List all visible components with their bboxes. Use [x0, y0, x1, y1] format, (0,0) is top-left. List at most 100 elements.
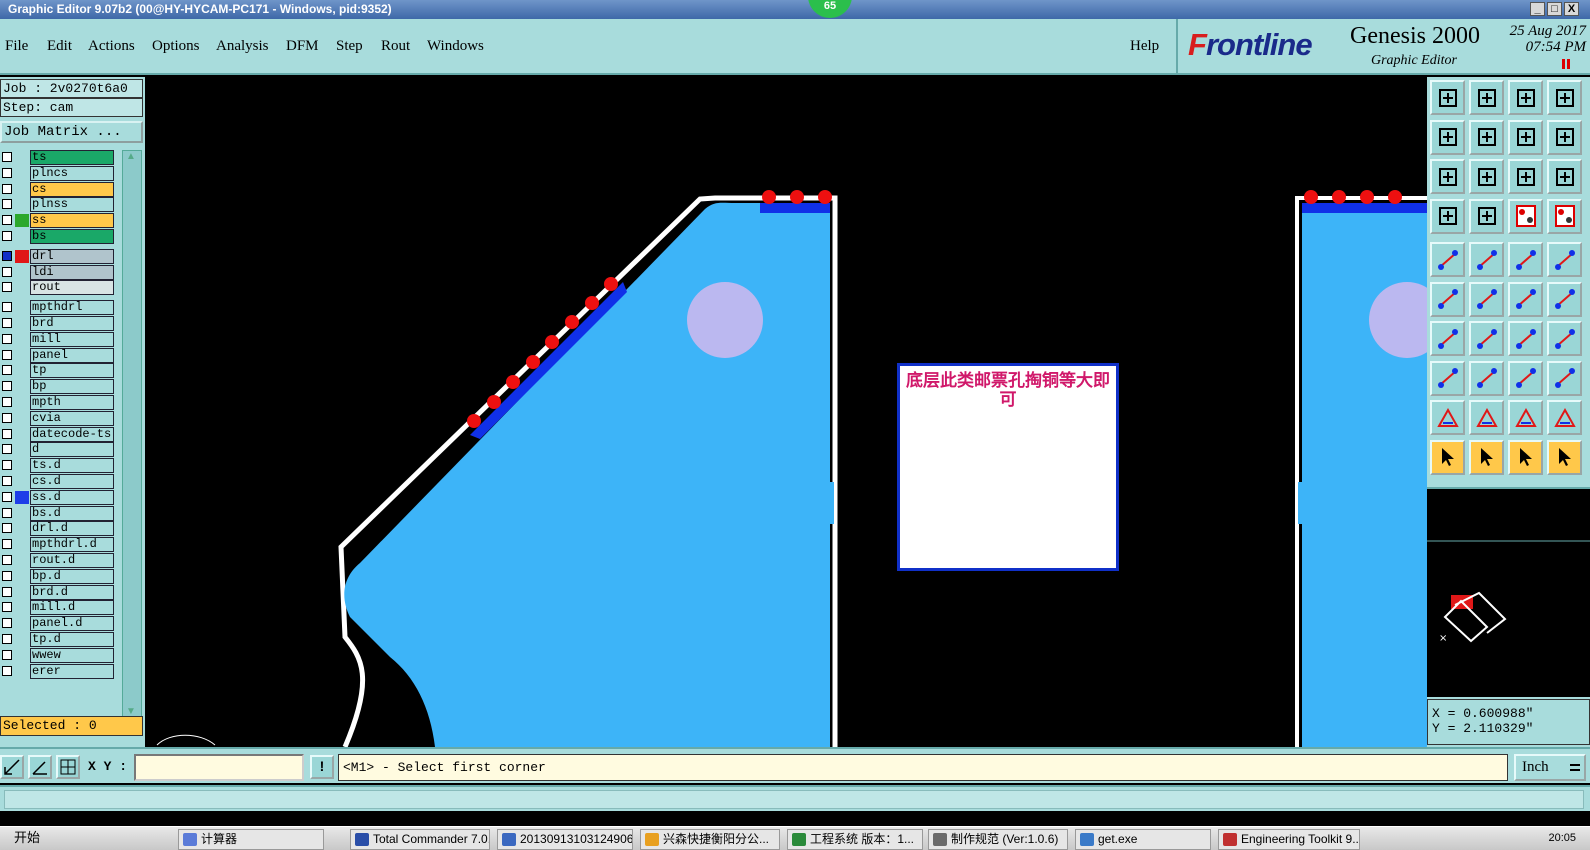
- pcb-drawing[interactable]: [145, 77, 1427, 747]
- dimension-button[interactable]: [1508, 360, 1543, 396]
- pause-icon[interactable]: [1562, 59, 1570, 69]
- move-right-button[interactable]: [1469, 119, 1504, 155]
- layer-color-swatch[interactable]: [15, 554, 29, 567]
- home-button[interactable]: [1508, 80, 1543, 115]
- layer-row[interactable]: ss.d: [0, 489, 118, 505]
- layer-checkbox[interactable]: [2, 302, 12, 313]
- layer-checkbox[interactable]: [2, 428, 12, 439]
- layer-color-swatch[interactable]: [15, 443, 29, 456]
- layer-color-swatch[interactable]: [15, 151, 29, 164]
- taskbar-task[interactable]: get.exe: [1075, 829, 1211, 850]
- menu-help[interactable]: Help: [1130, 38, 1159, 55]
- layer-name[interactable]: drl.d: [30, 521, 114, 537]
- layer-row[interactable]: mpth: [0, 395, 118, 410]
- layer-row[interactable]: panel.d: [0, 616, 118, 632]
- layer-color-swatch[interactable]: [15, 333, 29, 346]
- layer-row[interactable]: plncs: [0, 165, 118, 181]
- layer-row[interactable]: mpthdrl: [0, 300, 118, 316]
- layer-checkbox[interactable]: [2, 555, 12, 565]
- layer-checkbox[interactable]: [2, 586, 12, 597]
- copy-feature-button[interactable]: [1430, 360, 1465, 396]
- line-button[interactable]: [1469, 360, 1504, 396]
- layer-name[interactable]: rout: [30, 280, 114, 296]
- layer-color-swatch[interactable]: [15, 459, 29, 472]
- layer-name[interactable]: erer: [30, 663, 114, 679]
- layer-row[interactable]: panel: [0, 347, 118, 363]
- layer-checkbox[interactable]: [2, 318, 12, 328]
- group-button[interactable]: [1547, 360, 1582, 396]
- menu-windows[interactable]: Windows: [427, 38, 484, 55]
- menu-dfm[interactable]: DFM: [286, 38, 319, 55]
- layer-checkbox[interactable]: [2, 570, 12, 581]
- layer-row[interactable]: plnss: [0, 197, 118, 213]
- notification-badge[interactable]: 65: [808, 0, 852, 18]
- taskbar-task[interactable]: 计算器: [178, 829, 324, 850]
- select-alt-button[interactable]: [1508, 439, 1543, 475]
- taskbar-task[interactable]: Total Commander 7.0...: [350, 829, 490, 850]
- layer-row[interactable]: cs: [0, 181, 118, 197]
- undo-view-button[interactable]: [1508, 119, 1543, 155]
- layer-checkbox[interactable]: [2, 491, 12, 502]
- layer-color-swatch[interactable]: [15, 428, 29, 441]
- layer-color-swatch[interactable]: [15, 601, 29, 614]
- layer-row[interactable]: mill: [0, 331, 118, 347]
- grid-button[interactable]: [1469, 198, 1504, 234]
- move-up-button[interactable]: [1430, 80, 1465, 115]
- layer-row[interactable]: rout.d: [0, 553, 118, 568]
- select-multi-button[interactable]: [1547, 439, 1582, 475]
- ruler-button[interactable]: [1508, 242, 1543, 277]
- delete-feature-button[interactable]: [1469, 281, 1504, 317]
- taskbar-task[interactable]: Engineering Toolkit 9....: [1218, 829, 1360, 850]
- layer-color-swatch[interactable]: [15, 214, 29, 228]
- layer-checkbox[interactable]: [2, 152, 12, 162]
- job-matrix-button[interactable]: Job Matrix ...: [0, 121, 143, 143]
- layer-color-swatch[interactable]: [15, 230, 29, 243]
- layer-name[interactable]: cvia: [30, 410, 114, 426]
- layer-row[interactable]: mill.d: [0, 600, 118, 616]
- minimize-button[interactable]: _: [1530, 2, 1545, 16]
- layer-color-swatch[interactable]: [15, 475, 29, 488]
- select-box-button[interactable]: [1469, 439, 1504, 475]
- layer-row[interactable]: ts: [0, 150, 118, 165]
- layer-color-swatch[interactable]: [15, 301, 29, 314]
- layer-name[interactable]: drl: [30, 248, 114, 264]
- layer-row[interactable]: brd: [0, 316, 118, 331]
- layer-color-swatch[interactable]: [15, 167, 29, 180]
- layer-name[interactable]: ss.d: [30, 489, 114, 505]
- layer-row[interactable]: brd.d: [0, 584, 118, 600]
- layer-checkbox[interactable]: [2, 199, 12, 210]
- layer-color-swatch[interactable]: [15, 538, 29, 551]
- angle-snap-icon[interactable]: [28, 755, 52, 779]
- zoom-center-button[interactable]: [1469, 159, 1504, 194]
- layer-checkbox[interactable]: [2, 231, 12, 241]
- layer-name[interactable]: mpthdrl: [30, 300, 114, 316]
- layer-row[interactable]: cvia: [0, 410, 118, 426]
- layer-name[interactable]: brd.d: [30, 584, 114, 600]
- layer-name[interactable]: brd: [30, 316, 114, 331]
- text-up-button[interactable]: [1508, 400, 1543, 435]
- text-button[interactable]: [1430, 400, 1465, 435]
- layer-checkbox[interactable]: [2, 602, 12, 613]
- rotate-button[interactable]: [1508, 321, 1543, 356]
- layer-checkbox[interactable]: [2, 183, 12, 194]
- angle-button[interactable]: [1430, 321, 1465, 356]
- move-down-button[interactable]: [1469, 80, 1504, 115]
- mirror-button[interactable]: [1547, 321, 1582, 356]
- layer-color-swatch[interactable]: [15, 183, 29, 196]
- layer-checkbox[interactable]: [2, 444, 12, 455]
- layer-row[interactable]: bp.d: [0, 568, 118, 584]
- layer-color-swatch[interactable]: [15, 317, 29, 330]
- menu-file[interactable]: File: [5, 38, 28, 55]
- layer-name[interactable]: rout.d: [30, 553, 114, 568]
- grid-snap-icon[interactable]: [56, 755, 80, 779]
- layer-toggle-alt-button[interactable]: [1547, 198, 1582, 234]
- layer-row[interactable]: ldi: [0, 264, 118, 280]
- layer-row[interactable]: tp.d: [0, 632, 118, 647]
- maximize-button[interactable]: □: [1547, 2, 1562, 16]
- layer-name[interactable]: ts: [30, 150, 114, 165]
- layer-row[interactable]: bp: [0, 379, 118, 395]
- layer-color-swatch[interactable]: [15, 665, 29, 678]
- layer-name[interactable]: mill.d: [30, 600, 114, 616]
- layer-name[interactable]: cs: [30, 181, 114, 197]
- unit-select[interactable]: Inch: [1514, 754, 1586, 781]
